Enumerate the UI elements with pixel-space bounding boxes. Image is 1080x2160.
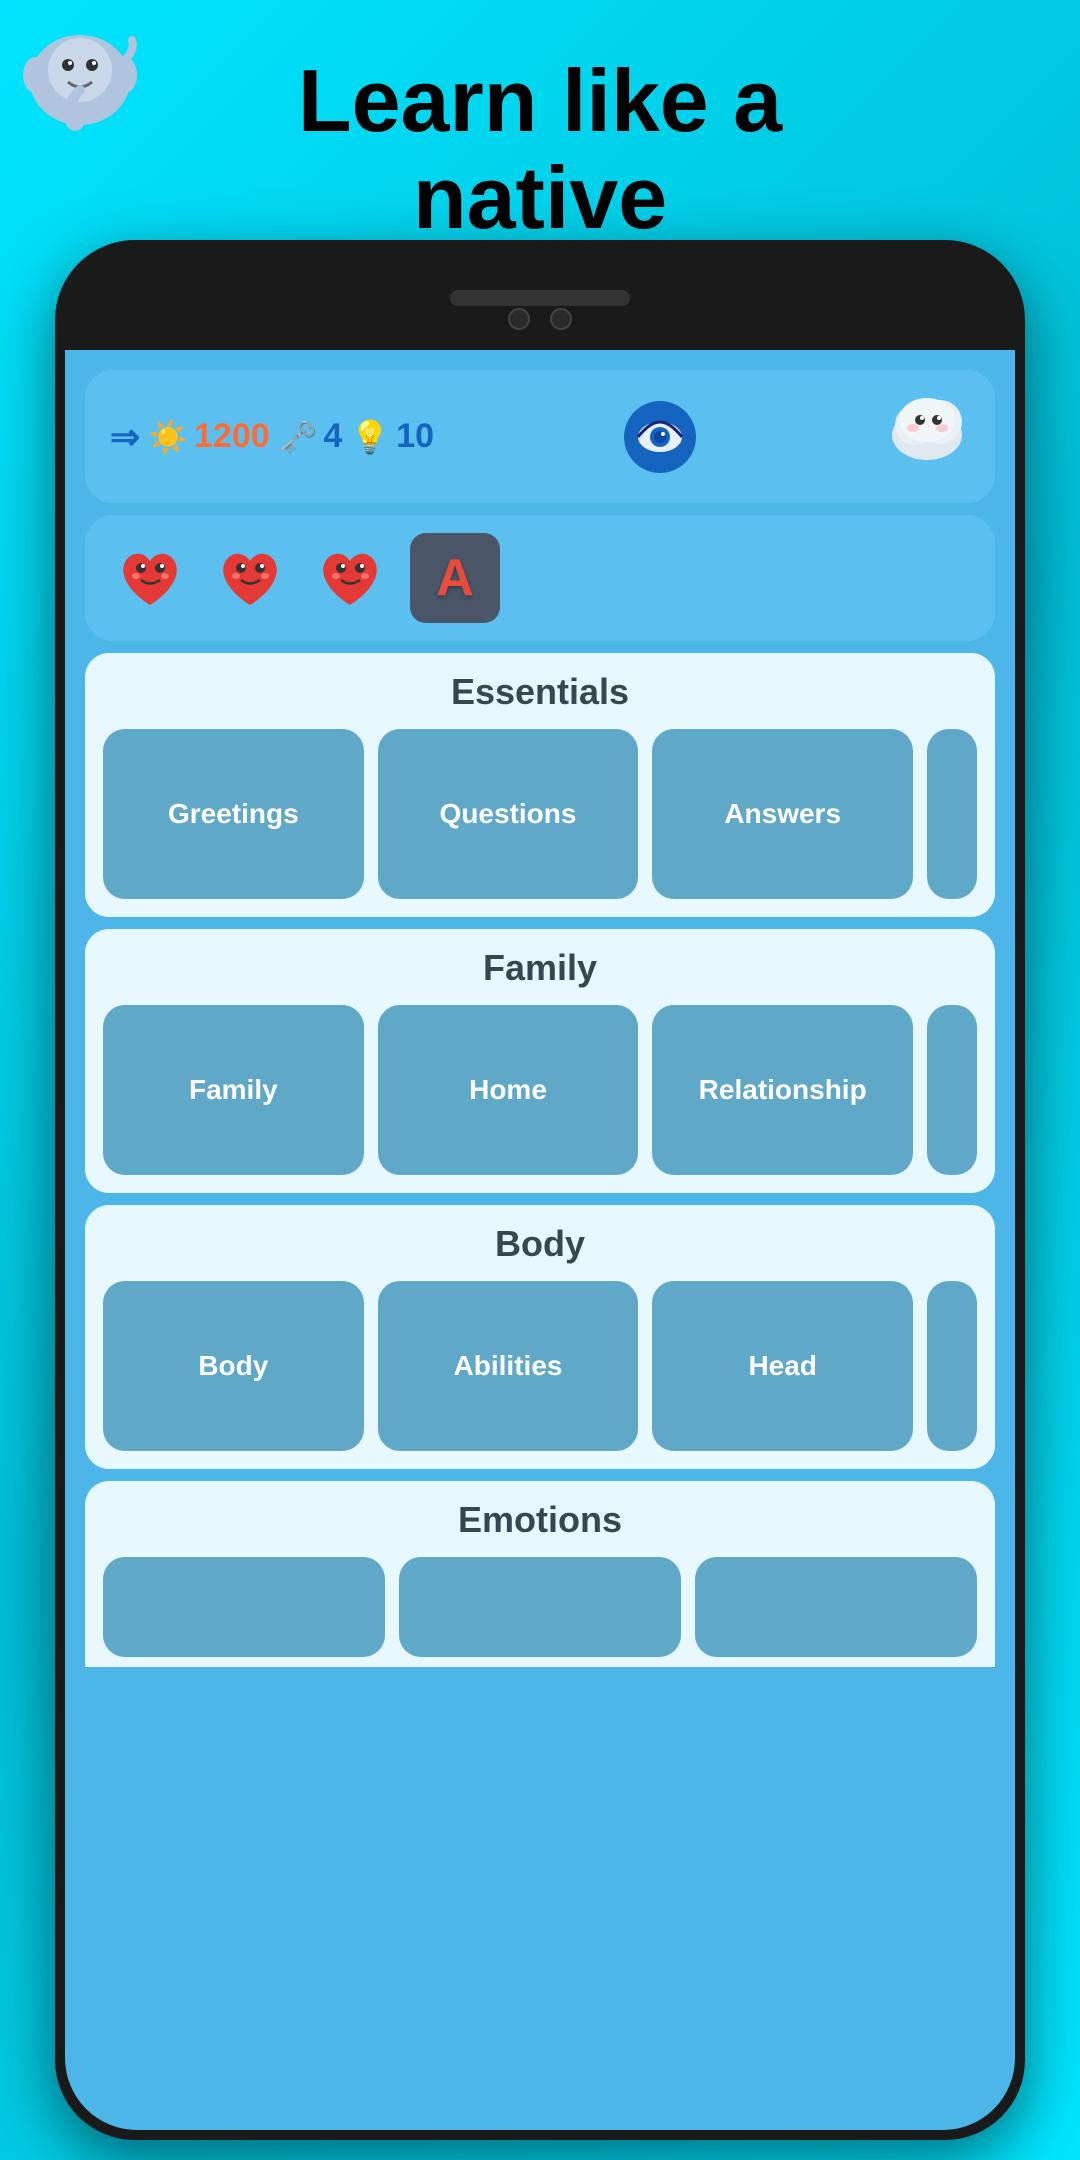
greetings-label: Greetings — [160, 790, 307, 838]
body-title: Body — [103, 1223, 977, 1265]
questions-label: Questions — [432, 790, 585, 838]
bulbs-value: 10 — [396, 417, 434, 456]
emotions-card-3[interactable] — [695, 1557, 977, 1657]
essentials-cards: Greetings Questions Answers — [103, 729, 977, 899]
abilities-card[interactable]: Abilities — [378, 1281, 639, 1451]
emotions-card-1[interactable] — [103, 1557, 385, 1657]
speaker — [450, 290, 630, 306]
emotions-title: Emotions — [103, 1499, 977, 1541]
screen-content: ⇒ ☀️ 1200 🗝️ 4 💡 10 — [65, 350, 1015, 2130]
eye-button[interactable] — [624, 401, 696, 473]
keys-value: 4 — [324, 417, 343, 456]
heart-3 — [310, 538, 390, 618]
camera-right — [550, 308, 572, 330]
days-card-partial — [927, 729, 977, 899]
answers-label: Answers — [716, 790, 849, 838]
emotions-card-2[interactable] — [399, 1557, 681, 1657]
lives-bar: A — [85, 515, 995, 641]
header: Learn like a native — [0, 0, 1080, 280]
tagline-line1: Learn like a — [298, 51, 782, 150]
phone-inner: ⇒ ☀️ 1200 🗝️ 4 💡 10 — [65, 250, 1015, 2130]
family-cards: Family Home Relationship — [103, 1005, 977, 1175]
family-title: Family — [103, 947, 977, 989]
relationship-label: Relationship — [691, 1066, 875, 1114]
essentials-section: Essentials Greetings Questions Answers — [85, 653, 995, 917]
notch-bar — [65, 250, 1015, 350]
head-label: Head — [740, 1342, 824, 1390]
head-card[interactable]: Head — [652, 1281, 913, 1451]
emotions-section: Emotions — [85, 1481, 995, 1667]
stats-left: ⇒ ☀️ 1200 🗝️ 4 💡 10 — [110, 416, 434, 458]
xp-value: 1200 — [194, 417, 270, 456]
cameras — [508, 308, 572, 330]
marriage-card-partial — [927, 1005, 977, 1175]
xp-stat: ☀️ 1200 — [148, 417, 269, 456]
emotions-cards — [103, 1557, 977, 1657]
home-card[interactable]: Home — [378, 1005, 639, 1175]
answers-card[interactable]: Answers — [652, 729, 913, 899]
tagline-line2: native — [413, 148, 667, 247]
relationship-card[interactable]: Relationship — [652, 1005, 913, 1175]
body-label: Body — [190, 1342, 276, 1390]
bulb-icon: 💡 — [350, 418, 390, 456]
abilities-label: Abilities — [446, 1342, 571, 1390]
family-card[interactable]: Family — [103, 1005, 364, 1175]
essentials-title: Essentials — [103, 671, 977, 713]
letter-box[interactable]: A — [410, 533, 500, 623]
family-section: Family Family Home Relationship — [85, 929, 995, 1193]
home-label: Home — [461, 1066, 555, 1114]
family-label: Family — [181, 1066, 286, 1114]
phone-frame: ⇒ ☀️ 1200 🗝️ 4 💡 10 — [55, 240, 1025, 2140]
greetings-card[interactable]: Greetings — [103, 729, 364, 899]
body-card[interactable]: Body — [103, 1281, 364, 1451]
questions-card[interactable]: Questions — [378, 729, 639, 899]
bulbs-stat: 💡 10 — [350, 417, 434, 456]
body-section: Body Body Abilities Head — [85, 1205, 995, 1469]
body-cards: Body Abilities Head — [103, 1281, 977, 1451]
keys-stat: 🗝️ 4 — [278, 417, 343, 456]
tagline: Learn like a native — [298, 33, 782, 247]
cloud-character — [885, 390, 970, 483]
heart-2 — [210, 538, 290, 618]
camera-left — [508, 308, 530, 330]
sun-icon: ☀️ — [148, 418, 188, 456]
heart-1 — [110, 538, 190, 618]
stats-bar: ⇒ ☀️ 1200 🗝️ 4 💡 10 — [85, 370, 995, 503]
mascot-icon — [20, 20, 140, 140]
hands-card-partial — [927, 1281, 977, 1451]
key-icon: 🗝️ — [278, 418, 318, 456]
arrow-icon: ⇒ — [110, 416, 140, 458]
